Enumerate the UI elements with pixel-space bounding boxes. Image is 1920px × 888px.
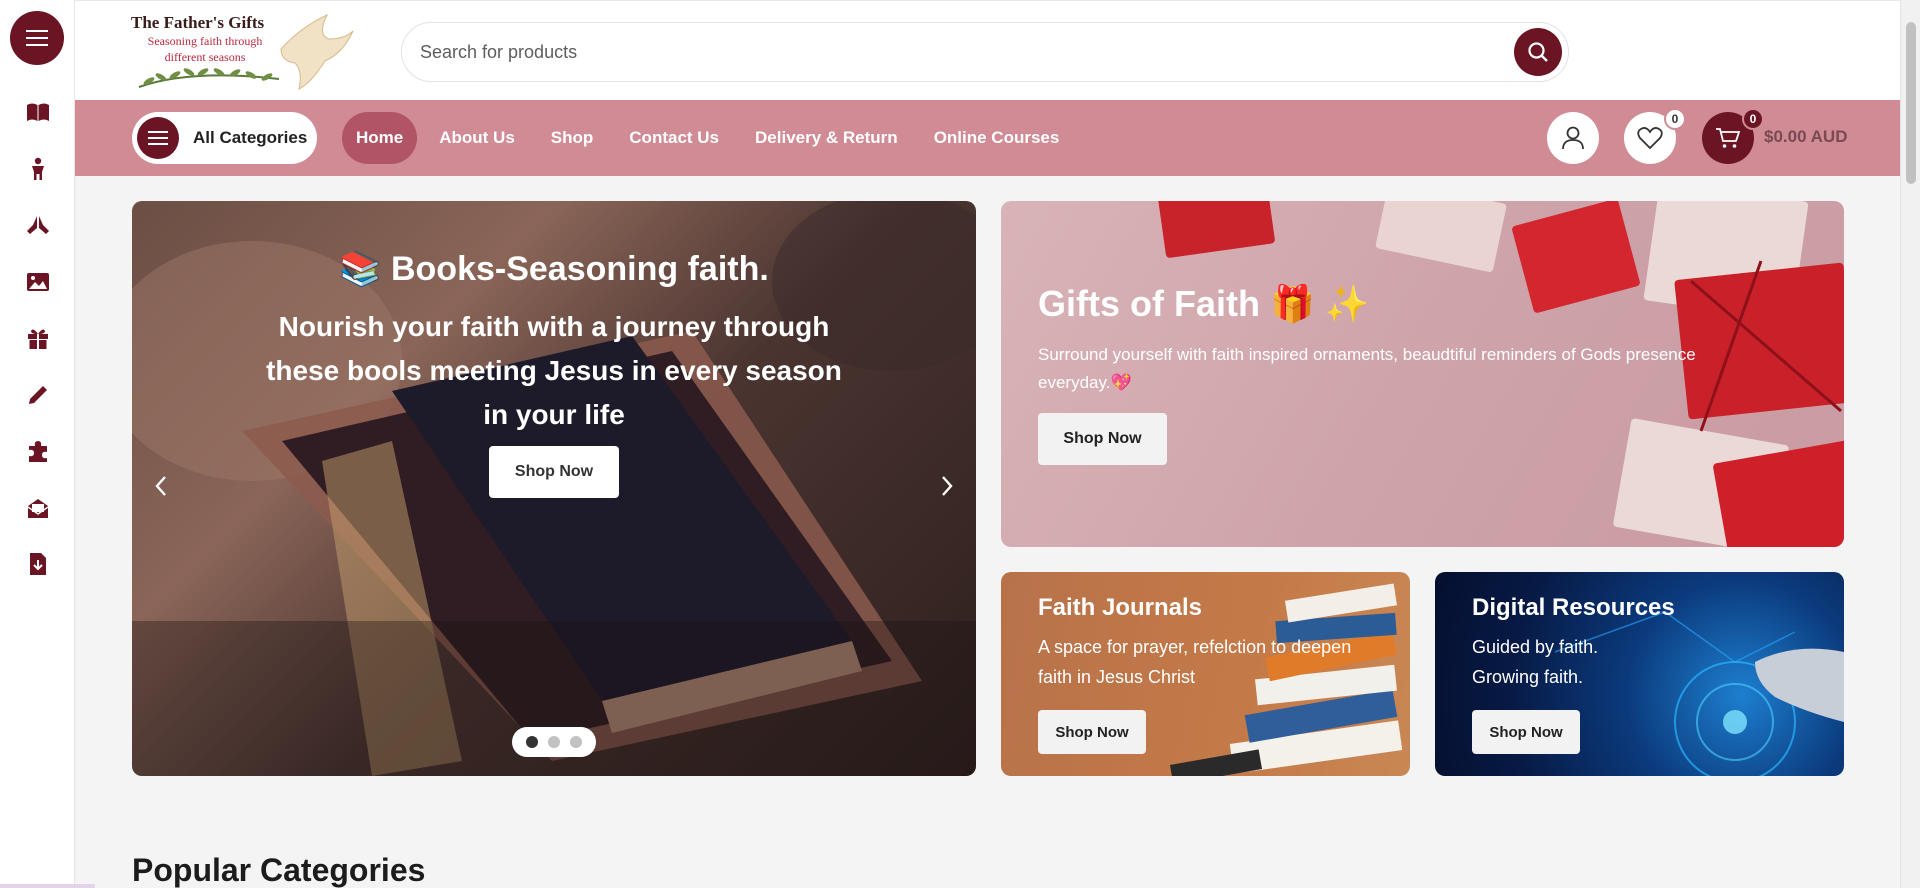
wishlist-button[interactable]: 0 bbox=[1624, 108, 1686, 164]
hero-next-arrow[interactable] bbox=[932, 471, 962, 501]
book-icon bbox=[26, 103, 49, 122]
digital-banner: Digital Resources Guided by faith. Growi… bbox=[1435, 572, 1844, 776]
journals-shop-now-button[interactable]: Shop Now bbox=[1038, 710, 1146, 754]
bottom-divider bbox=[0, 884, 95, 888]
gifts-title: Gifts of Faith 🎁 ✨ bbox=[1038, 283, 1370, 324]
account-button[interactable] bbox=[1547, 112, 1599, 164]
books-emoji: 📚 bbox=[339, 250, 382, 288]
search-icon bbox=[1528, 42, 1548, 62]
chevron-right-icon bbox=[942, 476, 953, 496]
hero-description: Nourish your faith with a journey throug… bbox=[266, 311, 842, 430]
rail-item-art[interactable] bbox=[0, 254, 75, 311]
wishlist-count-badge: 0 bbox=[1664, 108, 1686, 130]
page-scrollbar[interactable] bbox=[1900, 0, 1920, 888]
envelope-open-icon bbox=[27, 498, 48, 518]
nav-link-about[interactable]: About Us bbox=[425, 112, 529, 164]
hero-slider: 📚 Books-Seasoning faith. Nourish your fa… bbox=[132, 201, 976, 776]
digital-description: Guided by faith. Growing faith. bbox=[1472, 637, 1599, 687]
menu-button[interactable] bbox=[10, 11, 64, 65]
sidebar-rail bbox=[0, 0, 75, 888]
digital-title: Digital Resources bbox=[1472, 594, 1675, 621]
hamburger-icon bbox=[148, 131, 168, 145]
nav-link-home[interactable]: Home bbox=[342, 112, 418, 164]
all-categories-button[interactable]: All Categories bbox=[132, 112, 317, 164]
allcat-menu bbox=[137, 117, 179, 159]
all-categories-label: All Categories bbox=[193, 128, 308, 147]
gifts-description: Surround yourself with faith inspired or… bbox=[1038, 345, 1696, 392]
slide-dot-1[interactable] bbox=[526, 736, 538, 748]
journals-title: Faith Journals bbox=[1038, 594, 1203, 621]
scrollbar-thumb[interactable] bbox=[1906, 22, 1916, 184]
search-button[interactable] bbox=[1514, 28, 1562, 76]
image-icon bbox=[26, 272, 49, 291]
hero-heading: 📚 Books-Seasoning faith. bbox=[132, 249, 976, 289]
cart-total[interactable]: $0.00 AUD bbox=[1764, 127, 1847, 147]
heart-icon bbox=[1637, 127, 1663, 150]
puzzle-icon bbox=[28, 441, 47, 463]
rail-item-journals[interactable] bbox=[0, 367, 75, 424]
main-nav: All Categories Home About Us Shop Contac… bbox=[75, 100, 1900, 176]
brand-title: The Father's Gifts bbox=[131, 13, 265, 32]
brand-tagline: Seasoning faith through different season… bbox=[147, 34, 263, 64]
cart-count-badge: 0 bbox=[1742, 108, 1764, 130]
hero-heading-text: Books-Seasoning faith. bbox=[390, 250, 769, 288]
slide-dot-3[interactable] bbox=[570, 736, 582, 748]
file-download-icon bbox=[29, 553, 46, 576]
rail-item-downloads[interactable] bbox=[0, 536, 75, 593]
journals-banner: Faith Journals A space for prayer, refel… bbox=[1001, 572, 1410, 776]
cart-icon bbox=[1716, 128, 1741, 148]
rail-item-puzzles[interactable] bbox=[0, 423, 75, 480]
site-header: The Father's Gifts Seasoning faith throu… bbox=[75, 0, 1900, 100]
nav-link-courses[interactable]: Online Courses bbox=[920, 112, 1074, 164]
gifts-shop-now-button[interactable]: Shop Now bbox=[1038, 413, 1167, 465]
child-icon bbox=[31, 157, 44, 180]
hero-prev-arrow[interactable] bbox=[146, 471, 176, 501]
nav-link-shop[interactable]: Shop bbox=[537, 112, 608, 164]
hamburger-icon bbox=[26, 30, 48, 46]
user-icon bbox=[1562, 126, 1584, 150]
gift-icon bbox=[27, 329, 48, 350]
rail-item-kids[interactable] bbox=[0, 141, 75, 198]
journals-description: A space for prayer, refelction to deepen… bbox=[1038, 637, 1352, 687]
search-bar bbox=[401, 22, 1569, 82]
praying-hands-icon bbox=[26, 216, 49, 235]
brand-logo[interactable]: The Father's Gifts Seasoning faith throu… bbox=[131, 9, 357, 95]
rail-item-newsletter[interactable] bbox=[0, 480, 75, 537]
rail-item-prayer[interactable] bbox=[0, 197, 75, 254]
digital-shop-now-button[interactable]: Shop Now bbox=[1472, 710, 1580, 754]
nav-link-delivery[interactable]: Delivery & Return bbox=[741, 112, 912, 164]
nav-links: Home About Us Shop Contact Us Delivery &… bbox=[342, 112, 1081, 164]
hero-shop-now-button[interactable]: Shop Now bbox=[489, 446, 619, 498]
hero-pagination bbox=[512, 727, 596, 757]
nav-link-contact[interactable]: Contact Us bbox=[615, 112, 733, 164]
popular-categories-heading: Popular Categories bbox=[132, 852, 426, 888]
cart-button[interactable]: 0 bbox=[1702, 108, 1764, 164]
chevron-left-icon bbox=[155, 476, 166, 496]
slide-dot-2[interactable] bbox=[548, 736, 560, 748]
rail-item-gifts[interactable] bbox=[0, 310, 75, 367]
rail-item-books[interactable] bbox=[0, 84, 75, 141]
search-input[interactable] bbox=[420, 23, 1480, 81]
gifts-banner: Gifts of Faith 🎁 ✨ Surround yourself wit… bbox=[1001, 201, 1844, 547]
pencil-icon bbox=[28, 385, 47, 404]
